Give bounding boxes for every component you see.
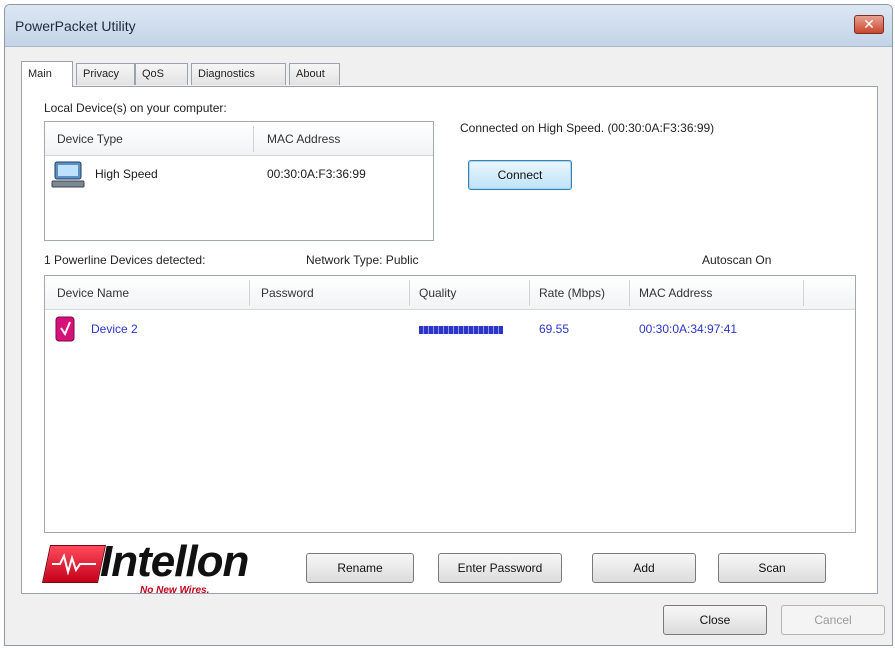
column-quality[interactable]: Quality (419, 286, 456, 300)
tab-qos[interactable]: QoS (135, 63, 188, 85)
column-divider (409, 280, 410, 306)
close-icon: ✕ (863, 16, 875, 32)
device-rate: 69.55 (539, 322, 570, 336)
cancel-button[interactable]: Cancel (781, 605, 885, 635)
column-mac[interactable]: MAC Address (639, 286, 712, 300)
powerline-device-row[interactable]: Device 2 69.55 00:30:0A:34:97:41 (45, 312, 855, 346)
column-divider (629, 280, 630, 306)
devices-detected-label: 1 Powerline Devices detected: (44, 253, 206, 267)
column-divider (253, 126, 254, 152)
powerline-devices-list[interactable]: Device Name Password Quality Rate (Mbps)… (44, 275, 856, 533)
intellon-logo: Intellon No New Wires. (41, 537, 256, 599)
window-title: PowerPacket Utility (15, 18, 136, 34)
connection-status: Connected on High Speed. (00:30:0A:F3:36… (460, 121, 715, 135)
add-button[interactable]: Add (592, 553, 696, 583)
device-name[interactable]: Device 2 (91, 322, 138, 336)
powerline-devices-header: Device Name Password Quality Rate (Mbps)… (45, 276, 855, 310)
column-divider (249, 280, 250, 306)
device-mac: 00:30:0A:34:97:41 (639, 322, 738, 336)
scan-button[interactable]: Scan (718, 553, 826, 583)
main-tab-panel: Local Device(s) on your computer: Device… (21, 86, 878, 596)
column-divider (803, 280, 804, 306)
computer-icon (51, 161, 85, 188)
column-device-type[interactable]: Device Type (57, 132, 123, 146)
local-devices-list[interactable]: Device Type MAC Address High Speed 00:30… (44, 121, 434, 241)
local-devices-label: Local Device(s) on your computer: (44, 101, 227, 115)
column-password[interactable]: Password (261, 286, 314, 300)
tab-about[interactable]: About (289, 63, 340, 85)
tab-privacy[interactable]: Privacy (76, 63, 135, 85)
autoscan-label: Autoscan On (702, 253, 772, 267)
local-device-row[interactable]: High Speed 00:30:0A:F3:36:99 (45, 156, 433, 192)
local-devices-header: Device Type MAC Address (45, 122, 433, 156)
local-device-type: High Speed (95, 167, 158, 181)
close-button[interactable]: Close (663, 605, 767, 635)
connect-button[interactable]: Connect (468, 160, 572, 190)
powerline-adapter-icon (55, 316, 75, 342)
quality-meter (419, 326, 503, 334)
enter-password-button[interactable]: Enter Password (438, 553, 562, 583)
column-device-name[interactable]: Device Name (57, 286, 129, 300)
intellon-logo-name: Intellon (100, 537, 249, 586)
window-close-button[interactable]: ✕ (854, 15, 884, 34)
waveform-icon (52, 553, 96, 575)
quality-bar-fill (419, 326, 503, 334)
column-rate[interactable]: Rate (Mbps) (539, 286, 605, 300)
powerpacket-window: PowerPacket Utility ✕ Main Privacy QoS D… (4, 4, 893, 646)
tab-main[interactable]: Main (21, 61, 73, 87)
intellon-logo-tagline: No New Wires. (140, 585, 210, 596)
rename-button[interactable]: Rename (306, 553, 414, 583)
title-bar: PowerPacket Utility ✕ (5, 5, 892, 47)
column-mac-address[interactable]: MAC Address (267, 132, 340, 146)
network-type-label: Network Type: Public (306, 253, 419, 267)
tab-diagnostics[interactable]: Diagnostics (191, 63, 286, 85)
local-device-mac: 00:30:0A:F3:36:99 (267, 167, 366, 181)
column-divider (529, 280, 530, 306)
